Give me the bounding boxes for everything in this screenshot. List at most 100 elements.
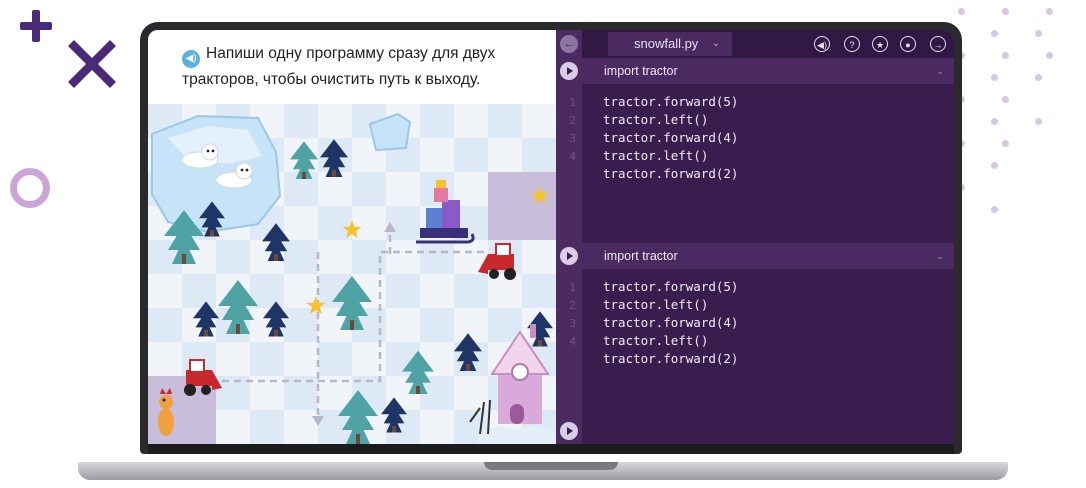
code-line[interactable]: tractor.left() bbox=[603, 297, 708, 312]
board-tile bbox=[488, 104, 522, 138]
board-tile bbox=[386, 308, 420, 342]
board-tile bbox=[454, 138, 488, 172]
board-tile bbox=[318, 104, 352, 138]
board-tile bbox=[454, 308, 488, 342]
board-tile bbox=[284, 342, 318, 376]
back-icon[interactable]: ← bbox=[560, 35, 578, 53]
board-tile bbox=[386, 240, 420, 274]
line-number: 4 bbox=[569, 335, 576, 348]
board-tile bbox=[216, 410, 250, 444]
dot-decoration bbox=[1035, 30, 1042, 37]
star-icon[interactable]: ★ bbox=[872, 36, 888, 52]
board-tile bbox=[284, 206, 318, 240]
code-line[interactable]: tractor.forward(4) bbox=[603, 315, 738, 330]
board-tile bbox=[420, 410, 454, 444]
board-tile bbox=[148, 342, 182, 376]
board-tile bbox=[318, 240, 352, 274]
board-tile bbox=[352, 206, 386, 240]
run-button[interactable] bbox=[560, 247, 578, 265]
line-number: 4 bbox=[569, 150, 576, 163]
laptop-hinge bbox=[148, 444, 954, 454]
code-gutter bbox=[556, 30, 582, 444]
dot-decoration bbox=[991, 30, 998, 37]
dot-pattern-decoration bbox=[958, 0, 1086, 230]
board-tile bbox=[454, 274, 488, 308]
board-tile bbox=[216, 342, 250, 376]
board-tile-highlight bbox=[182, 410, 216, 444]
dot-decoration bbox=[991, 118, 998, 125]
board-tile bbox=[148, 274, 182, 308]
chevron-down-icon: ⌄ bbox=[711, 38, 720, 49]
dot-decoration bbox=[1035, 118, 1042, 125]
code-line[interactable]: tractor.left() bbox=[603, 148, 708, 163]
dot-decoration bbox=[1002, 96, 1009, 103]
board-tile bbox=[250, 410, 284, 444]
board-tile bbox=[522, 274, 556, 308]
exit-icon[interactable]: → bbox=[930, 36, 946, 52]
dot-decoration bbox=[991, 206, 998, 213]
board-tile-highlight bbox=[488, 172, 522, 206]
board-tile bbox=[182, 274, 216, 308]
board-tile bbox=[284, 104, 318, 138]
board-tile bbox=[148, 308, 182, 342]
gift-box-icon bbox=[426, 208, 442, 228]
file-name: snowfall.py bbox=[634, 36, 699, 51]
board-tile bbox=[250, 342, 284, 376]
help-icon[interactable]: ? bbox=[844, 36, 860, 52]
gift-box-icon bbox=[442, 200, 460, 228]
dot-decoration bbox=[1002, 52, 1009, 59]
code-toolbar: snowfall.py ⌄ ◀) ? ★ ● → bbox=[582, 30, 954, 58]
code-editor[interactable]: 1 tractor.forward(5) 2 tractor.left() 3 … bbox=[569, 269, 954, 444]
line-number: 2 bbox=[569, 299, 576, 312]
dot-decoration bbox=[1002, 8, 1009, 15]
board-tile bbox=[522, 138, 556, 172]
board-tile bbox=[318, 206, 352, 240]
code-line[interactable]: tractor.forward(4) bbox=[603, 130, 738, 145]
laptop-notch bbox=[484, 462, 618, 470]
board-tile bbox=[250, 376, 284, 410]
dot-decoration bbox=[991, 74, 998, 81]
chevron-down-icon[interactable]: ⌄ bbox=[936, 58, 944, 84]
file-tab[interactable]: snowfall.py ⌄ bbox=[608, 32, 732, 56]
code-line[interactable]: tractor.left() bbox=[603, 112, 708, 127]
dot-decoration bbox=[991, 162, 998, 169]
gift-box-icon bbox=[436, 180, 446, 188]
board-tile bbox=[488, 274, 522, 308]
game-board bbox=[148, 104, 556, 444]
code-line[interactable]: tractor.forward(2) bbox=[603, 166, 738, 181]
code-editor[interactable]: 1 tractor.forward(5) 2 tractor.left() 3 … bbox=[569, 84, 954, 244]
board-tile bbox=[284, 240, 318, 274]
editor-header[interactable]: import tractor ⌄ bbox=[582, 58, 954, 84]
board-tile bbox=[420, 274, 454, 308]
dot-decoration bbox=[1046, 52, 1053, 59]
board-tile bbox=[318, 342, 352, 376]
board-tile bbox=[420, 104, 454, 138]
code-line[interactable]: tractor.left() bbox=[603, 333, 708, 348]
run-all-button[interactable] bbox=[560, 422, 578, 440]
run-button[interactable] bbox=[560, 62, 578, 80]
code-line[interactable]: tractor.forward(5) bbox=[603, 94, 738, 109]
line-number: 1 bbox=[569, 281, 576, 294]
board-tile bbox=[318, 172, 352, 206]
board-tile bbox=[420, 308, 454, 342]
task-instruction: ◀) Напиши одну программу сразу для двух т… bbox=[182, 42, 542, 91]
dot-decoration bbox=[1035, 74, 1042, 81]
board-tile-highlight bbox=[488, 206, 522, 240]
cross-decoration bbox=[68, 40, 116, 88]
task-text: Напиши одну программу сразу для двух тра… bbox=[182, 45, 496, 88]
board-tile-highlight bbox=[522, 206, 556, 240]
board-tile bbox=[386, 206, 420, 240]
laptop-screen: ◀) Напиши одну программу сразу для двух т… bbox=[148, 30, 954, 444]
sound-icon[interactable]: ◀) bbox=[814, 36, 830, 52]
board-tile bbox=[284, 410, 318, 444]
code-line[interactable]: tractor.forward(5) bbox=[603, 279, 738, 294]
line-number: 3 bbox=[569, 317, 576, 330]
location-icon[interactable]: ● bbox=[900, 36, 916, 52]
editor-header[interactable]: import tractor ⌄ bbox=[582, 243, 954, 269]
board-tile bbox=[420, 240, 454, 274]
game-board-scene bbox=[148, 104, 556, 444]
chevron-down-icon[interactable]: ⌄ bbox=[936, 243, 944, 269]
board-tile bbox=[386, 274, 420, 308]
code-line[interactable]: tractor.forward(2) bbox=[603, 351, 738, 366]
speaker-icon[interactable]: ◀) bbox=[182, 50, 200, 68]
